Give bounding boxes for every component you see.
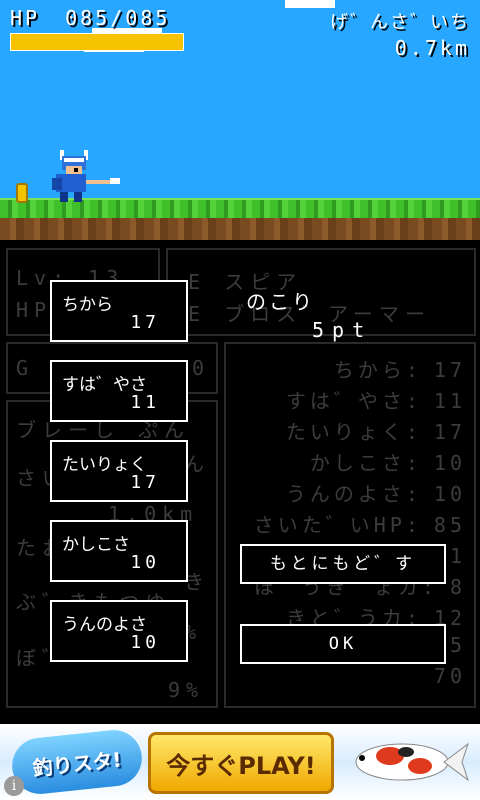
hp-readout: HP 085/085 [10,6,170,30]
record-value: 9% [168,678,205,702]
ad-logo: 釣りスタ! [9,727,145,797]
stat-row-value: 10 [433,451,466,475]
game-scene: HP 085/085 げ゛んさ゛いち 0.7km [0,0,480,240]
stat-row-value: 85 [433,513,466,537]
stat-row: すは゛やさ: 11 [286,385,466,414]
hp-bar [10,33,184,51]
coin-icon [16,183,28,203]
hero-knight-sprite [52,150,120,202]
hp-bar-fill [11,34,183,50]
stat-row: 70 [422,664,466,688]
stat-row-label: かしこさ: [309,451,422,475]
koi-fish-icon [355,742,469,782]
stat-button-speed[interactable]: すは゛やさ 11 [50,360,188,422]
stat-row-value: 11 [433,389,466,413]
cloud [285,0,335,8]
stat-row: ちから: 17 [334,354,466,383]
hp-value: 085/085 [65,6,171,30]
stat-row: たいりょく: 17 [286,416,466,445]
remaining-points: 5pt [312,318,373,342]
hp-label: HP [10,6,41,30]
stat-row-label: すは゛やさ: [285,389,422,413]
ad-info-icon[interactable]: i [4,776,24,796]
stat-value: 10 [130,552,160,573]
ad-play-button[interactable]: 今すぐPLAY! [148,732,334,794]
distance-readout: 0.7km [394,36,470,60]
ad-banner[interactable]: 釣りスタ! 今すぐPLAY! [0,724,480,800]
stat-row-label: ちから: [333,358,422,382]
stat-value: 17 [130,312,160,333]
reset-button[interactable]: もとにもど゛す [240,544,446,584]
stat-value: 17 [130,472,160,493]
stat-row: かしこさ: 10 [310,447,466,476]
stat-button-strength[interactable]: ちから 17 [50,280,188,342]
stat-value: 11 [130,392,160,413]
stat-button-intelligence[interactable]: かしこさ 10 [50,520,188,582]
stat-row-value: 10 [433,482,466,506]
location-name: げ゛んさ゛いち [330,12,470,33]
stat-row-value: 70 [433,664,466,688]
ok-button[interactable]: OK [240,624,446,664]
stat-row-label: さいた゛いHP: [253,513,422,537]
hp-text: HP [16,298,53,322]
stat-row-value: 17 [433,358,466,382]
stat-row-value: 8 [449,575,466,599]
stat-name: かしこさ [62,535,130,555]
gold-value: 0 [191,356,210,380]
stat-value: 10 [130,632,160,653]
stat-row: さいた゛いHP: 85 [254,509,466,538]
gold-label: G [16,356,35,380]
remaining-label: のこり [246,290,315,314]
dirt-ground [0,218,480,240]
stat-button-stamina[interactable]: たいりょく 17 [50,440,188,502]
stat-row-value: 17 [433,420,466,444]
stat-button-luck[interactable]: うんのよさ 10 [50,600,188,662]
stat-row-label: たいりょく: [285,420,422,444]
stat-row: うんのよさ: 10 [286,478,466,507]
stat-row-label: うんのよさ: [285,482,422,506]
stat-name: ちから [62,295,113,315]
